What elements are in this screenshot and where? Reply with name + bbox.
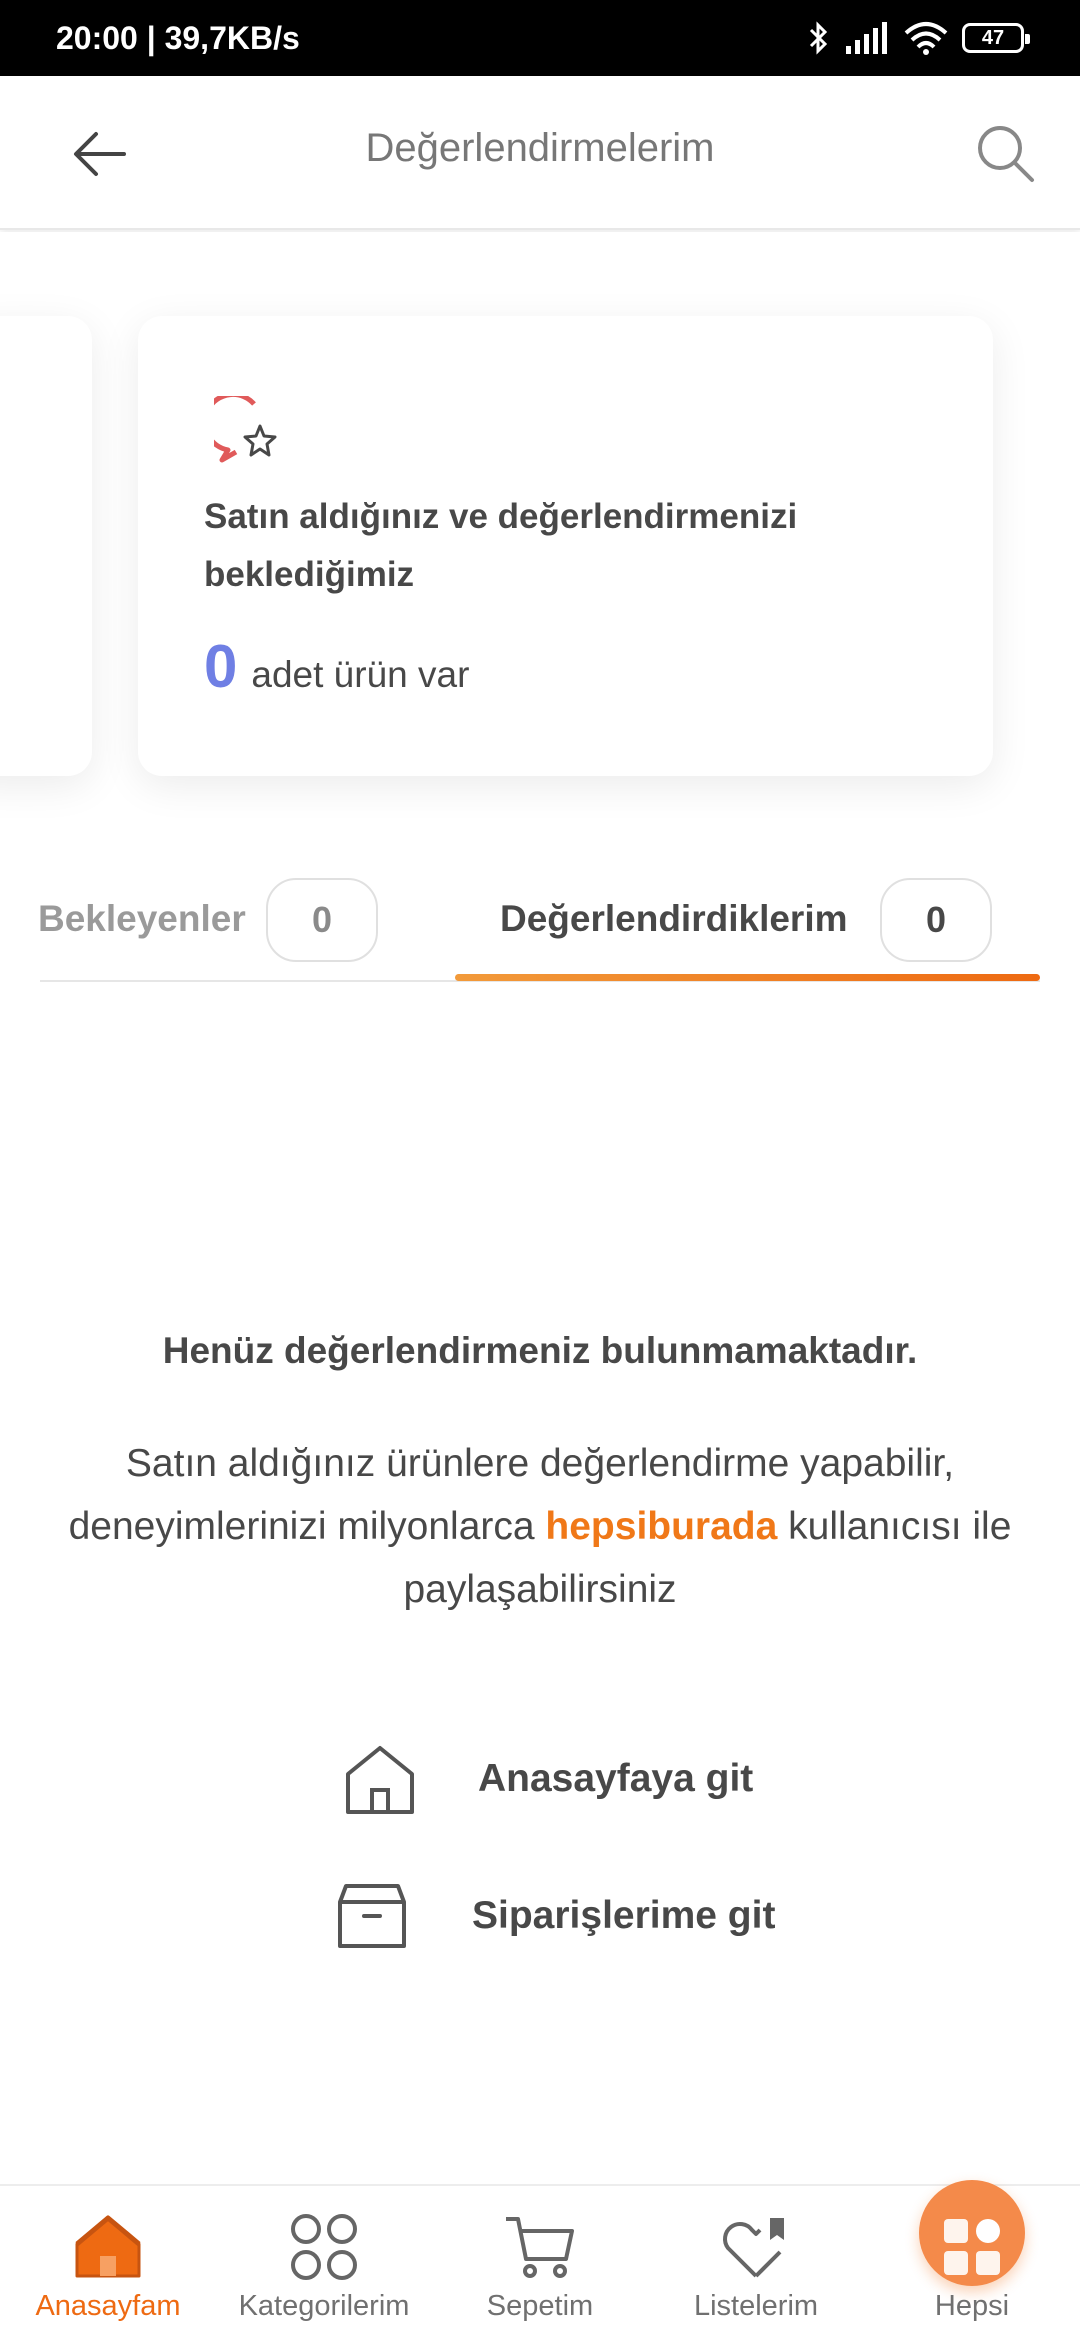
review-star-bubble-icon bbox=[214, 396, 277, 463]
app-header: Değerlendirmelerim bbox=[0, 76, 1080, 230]
summary-text: Satın aldığınız ve değerlendirmenizi bek… bbox=[204, 497, 798, 594]
summary-count-row: 0 adet ürün var bbox=[204, 632, 469, 701]
bottom-navigation: Anasayfam Kategorilerim Sepetim Listeler… bbox=[0, 2180, 1080, 2342]
cart-icon bbox=[506, 2217, 574, 2278]
wifi-icon bbox=[904, 22, 948, 55]
go-orders-label: Siparişlerime git bbox=[472, 1894, 776, 1937]
previous-card[interactable] bbox=[0, 316, 92, 776]
home-icon bbox=[75, 2215, 141, 2278]
signal-icon bbox=[846, 22, 887, 54]
hepsi-grid-icon bbox=[944, 2219, 1000, 2275]
summary-count-label: adet ürün var bbox=[251, 654, 470, 695]
nav-label-lists: Listelerim bbox=[693, 2290, 819, 2322]
summary-card[interactable]: Satın aldığınız ve değerlendirmenizi bek… bbox=[138, 316, 993, 776]
nav-label-categories: Kategorilerim bbox=[238, 2290, 410, 2322]
status-bar: 20:00 | 39,7KB/s 47 bbox=[0, 0, 1080, 76]
nav-item-home[interactable]: Anasayfam bbox=[0, 2186, 216, 2342]
tab-pending[interactable]: Bekleyenler bbox=[38, 898, 246, 940]
search-icon[interactable] bbox=[974, 122, 1036, 184]
summary-carousel: Satın aldığınız ve değerlendirmenizi bek… bbox=[0, 232, 1080, 832]
package-box-icon bbox=[338, 1884, 406, 1948]
nav-label-cart: Sepetim bbox=[486, 2290, 594, 2322]
review-tabs: Bekleyenler 0 Değerlendirdiklerim 0 bbox=[0, 860, 1080, 982]
categories-icon bbox=[291, 2214, 357, 2280]
bluetooth-icon bbox=[809, 21, 828, 55]
go-home-button[interactable]: Anasayfaya git bbox=[342, 1742, 753, 1816]
tab-reviewed[interactable]: Değerlendirdiklerim bbox=[500, 898, 848, 940]
battery-icon: 47 bbox=[962, 23, 1030, 53]
tab-reviewed-count: 0 bbox=[880, 878, 992, 962]
go-orders-button[interactable]: Siparişlerime git bbox=[336, 1880, 775, 1952]
tab-pending-count: 0 bbox=[266, 878, 378, 962]
empty-state-title: Henüz değerlendirmeniz bulunmamaktadır. bbox=[162, 1330, 918, 1371]
nav-item-cart[interactable]: Sepetim bbox=[432, 2186, 648, 2342]
nav-label-home: Anasayfam bbox=[35, 2290, 181, 2322]
summary-count: 0 bbox=[204, 633, 238, 700]
home-outline-icon bbox=[346, 1746, 414, 1814]
nav-item-categories[interactable]: Kategorilerim bbox=[216, 2186, 432, 2342]
page-title: Değerlendirmelerim bbox=[365, 126, 715, 170]
status-icons: 47 bbox=[808, 20, 1030, 56]
battery-level: 47 bbox=[981, 26, 1005, 49]
status-time-speed: 20:00 | 39,7KB/s bbox=[56, 19, 300, 56]
active-tab-indicator bbox=[455, 974, 1040, 981]
go-home-label: Anasayfaya git bbox=[478, 1757, 754, 1800]
empty-state-description: Satın aldığınız ürünlere değerlendirme y… bbox=[60, 1432, 1020, 1621]
nav-item-hepsi[interactable]: Hepsi bbox=[864, 2180, 1080, 2342]
brand-name: hepsiburada bbox=[545, 1505, 778, 1548]
nav-label-hepsi: Hepsi bbox=[934, 2290, 1010, 2322]
nav-item-lists[interactable]: Listelerim bbox=[648, 2186, 864, 2342]
lists-heart-icon bbox=[723, 2218, 784, 2278]
